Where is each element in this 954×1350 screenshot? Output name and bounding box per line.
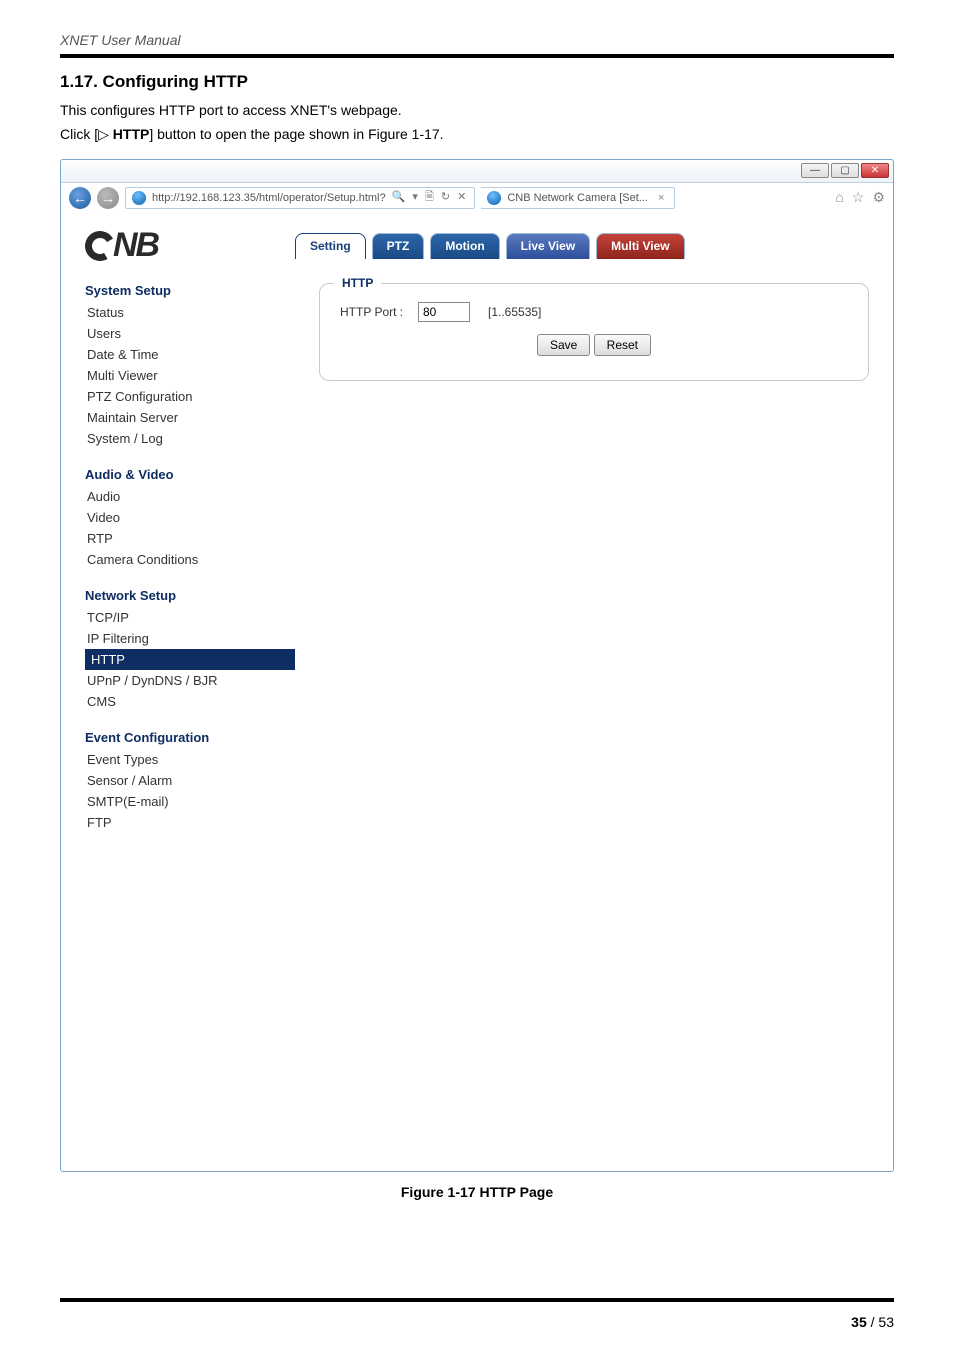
reset-button[interactable]: Reset — [594, 334, 651, 356]
tab-ptz[interactable]: PTZ — [372, 233, 425, 259]
sidebar-title-system-setup: System Setup — [85, 283, 295, 298]
triangle-icon: ▷ — [98, 126, 109, 142]
nav-back-button[interactable]: ← — [69, 187, 91, 209]
http-panel-legend: HTTP — [334, 276, 381, 290]
tab-favicon-icon — [487, 191, 501, 205]
sidebar-item-ftp[interactable]: FTP — [85, 812, 295, 833]
sidebar-item-multi-viewer[interactable]: Multi Viewer — [85, 365, 295, 386]
browser-address-bar: ← → http://192.168.123.35/html/operator/… — [61, 182, 893, 212]
figure-caption: Figure 1-17 HTTP Page — [60, 1184, 894, 1200]
sidebar-item-ptz-configuration[interactable]: PTZ Configuration — [85, 386, 295, 407]
browser-tab[interactable]: CNB Network Camera [Set... × — [481, 187, 675, 209]
page-sep: / — [867, 1314, 879, 1330]
sidebar-title-network-setup: Network Setup — [85, 588, 295, 603]
sidebar-item-camera-conditions[interactable]: Camera Conditions — [85, 549, 295, 570]
cnb-logo: NB — [85, 226, 295, 265]
ie-globe-icon — [132, 191, 146, 205]
doc-header: XNET User Manual — [60, 32, 894, 48]
page-total: 53 — [878, 1314, 894, 1330]
tab-motion[interactable]: Motion — [430, 233, 499, 259]
sidebar-item-rtp[interactable]: RTP — [85, 528, 295, 549]
url-text: http://192.168.123.35/html/operator/Setu… — [152, 192, 386, 204]
sidebar-item-tcpip[interactable]: TCP/IP — [85, 607, 295, 628]
sidebar-item-date-time[interactable]: Date & Time — [85, 344, 295, 365]
settings-gear-icon[interactable]: ⚙ — [872, 189, 885, 206]
top-navigation: Setting PTZ Motion Live View Multi View — [295, 233, 685, 259]
sidebar-item-event-types[interactable]: Event Types — [85, 749, 295, 770]
save-button[interactable]: Save — [537, 334, 590, 356]
window-titlebar: — ▢ ✕ — [61, 160, 893, 182]
section-number: 1.17. — [60, 72, 98, 91]
web-page-body: NB Setting PTZ Motion Live View Multi Vi… — [61, 212, 893, 1171]
tab-close-icon[interactable]: × — [658, 192, 664, 204]
sidebar-item-users[interactable]: Users — [85, 323, 295, 344]
http-panel: HTTP HTTP Port : [1..65535] Save Reset — [319, 283, 869, 381]
sidebar-item-maintain-server[interactable]: Maintain Server — [85, 407, 295, 428]
browser-window: — ▢ ✕ ← → http://192.168.123.35/html/ope… — [60, 159, 894, 1172]
favorites-icon[interactable]: ☆ — [852, 189, 865, 206]
page-current: 35 — [851, 1314, 867, 1330]
window-close-button[interactable]: ✕ — [861, 163, 889, 178]
window-minimize-button[interactable]: — — [801, 163, 829, 178]
sidebar-title-event-configuration: Event Configuration — [85, 730, 295, 745]
click-prefix: Click [ — [60, 126, 98, 142]
section-title: Configuring HTTP — [103, 72, 248, 91]
tab-setting[interactable]: Setting — [295, 233, 366, 259]
logo-text: NB — [113, 226, 158, 265]
nav-forward-button[interactable]: → — [97, 187, 119, 209]
page-number: 35 / 53 — [851, 1314, 894, 1330]
tab-title: CNB Network Camera [Set... — [507, 192, 648, 204]
sidebar: System Setup Status Users Date & Time Mu… — [85, 283, 295, 851]
sidebar-item-status[interactable]: Status — [85, 302, 295, 323]
tab-multi-view[interactable]: Multi View — [596, 233, 684, 259]
sidebar-item-smtp-email[interactable]: SMTP(E-mail) — [85, 791, 295, 812]
click-suffix: ] button to open the page shown in Figur… — [149, 126, 443, 142]
intro-text: This configures HTTP port to access XNET… — [60, 102, 894, 118]
addr-tool-icons[interactable]: 🔍 ▾ 🗎 ↻ ✕ — [392, 188, 469, 207]
click-instruction: Click [▷ HTTP] button to open the page s… — [60, 126, 894, 143]
http-port-range: [1..65535] — [488, 305, 541, 319]
section-heading: 1.17. Configuring HTTP — [60, 72, 894, 92]
sidebar-item-sensor-alarm[interactable]: Sensor / Alarm — [85, 770, 295, 791]
url-box[interactable]: http://192.168.123.35/html/operator/Setu… — [125, 187, 475, 209]
tab-live-view[interactable]: Live View — [506, 233, 590, 259]
sidebar-title-audio-video: Audio & Video — [85, 467, 295, 482]
sidebar-item-upnp-dyndns-bjr[interactable]: UPnP / DynDNS / BJR — [85, 670, 295, 691]
sidebar-item-system-log[interactable]: System / Log — [85, 428, 295, 449]
click-bold: HTTP — [109, 126, 149, 142]
sidebar-item-ip-filtering[interactable]: IP Filtering — [85, 628, 295, 649]
window-maximize-button[interactable]: ▢ — [831, 163, 859, 178]
sidebar-item-http[interactable]: HTTP — [85, 649, 295, 670]
header-rule — [60, 54, 894, 58]
home-icon[interactable]: ⌂ — [835, 189, 843, 206]
sidebar-item-audio[interactable]: Audio — [85, 486, 295, 507]
sidebar-item-video[interactable]: Video — [85, 507, 295, 528]
http-port-input[interactable] — [418, 302, 470, 322]
http-port-label: HTTP Port : — [340, 305, 410, 319]
sidebar-item-cms[interactable]: CMS — [85, 691, 295, 712]
footer-rule — [60, 1298, 894, 1302]
